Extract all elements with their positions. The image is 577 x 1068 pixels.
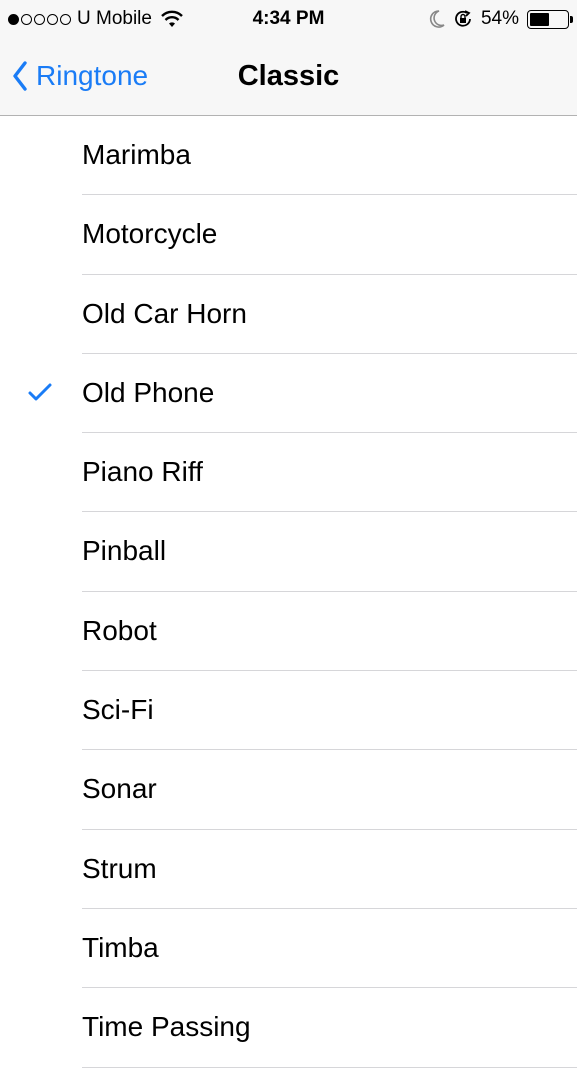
- list-item-label: Robot: [82, 614, 157, 646]
- list-item[interactable]: Piano Riff: [0, 433, 577, 513]
- list-item-label: Sonar: [82, 773, 157, 805]
- list-item-label: Motorcycle: [82, 218, 218, 250]
- rotation-lock-icon: [455, 10, 471, 27]
- page-title: Classic: [237, 60, 340, 92]
- moon-icon: [429, 10, 445, 28]
- list-item-label: Piano Riff: [82, 456, 203, 488]
- list-item-label: Old Car Horn: [82, 297, 247, 329]
- list-item-label: Sci-Fi: [82, 694, 154, 726]
- list-item-label: Timba: [82, 931, 159, 963]
- list-item[interactable]: Sci-Fi: [0, 671, 577, 751]
- list-item[interactable]: Pinball: [0, 512, 577, 592]
- checkmark-icon: [28, 383, 52, 401]
- battery-fill: [530, 12, 550, 26]
- list-item[interactable]: Old Car Horn: [0, 275, 577, 354]
- status-right: 54%: [429, 0, 573, 38]
- navigation-bar: Ringtone Classic: [0, 38, 577, 116]
- list-item[interactable]: Timba: [0, 909, 577, 989]
- status-bar: U Mobile 4:34 PM 54%: [0, 0, 577, 38]
- battery-tip: [570, 15, 573, 23]
- ringtone-list: Marimba Motorcycle Old Car Horn Old Phone Pi…: [0, 116, 577, 1068]
- battery-icon: [527, 9, 573, 29]
- list-item-label: Pinball: [82, 535, 167, 567]
- list-item[interactable]: Old Phone: [0, 354, 577, 434]
- battery-percent: 54%: [480, 8, 519, 29]
- list-item[interactable]: Robot: [0, 592, 577, 672]
- list-item[interactable]: Marimba: [0, 116, 577, 196]
- list-item-label: Time Passing: [82, 1011, 251, 1043]
- row-separator: [82, 1066, 577, 1068]
- list-item[interactable]: Motorcycle: [0, 195, 577, 275]
- list-item-label: Marimba: [82, 139, 191, 170]
- list-item[interactable]: Sonar: [0, 750, 577, 830]
- list-item-label: Old Phone: [82, 376, 215, 408]
- header: U Mobile 4:34 PM 54% Ringtone Classic: [0, 0, 577, 116]
- list-item-label: Strum: [82, 852, 157, 884]
- list-item[interactable]: Time Passing: [0, 988, 577, 1068]
- list-item[interactable]: Strum: [0, 830, 577, 909]
